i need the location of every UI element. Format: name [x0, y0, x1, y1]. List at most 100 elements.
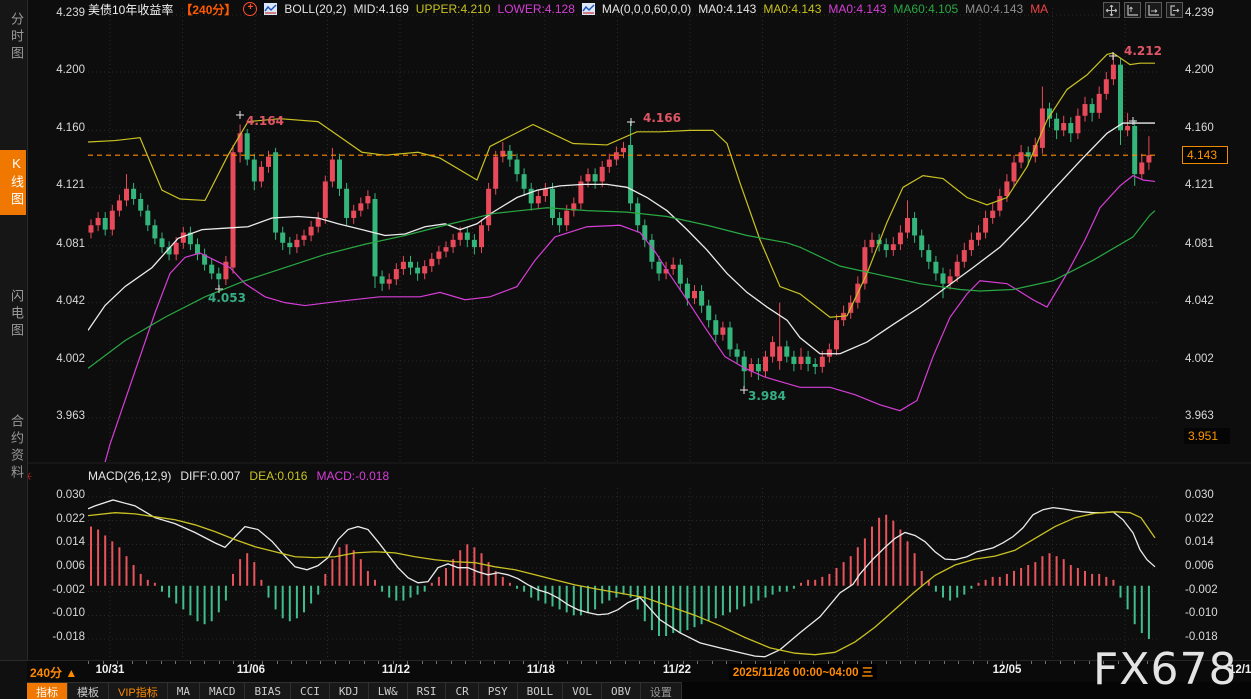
toolbar-button-15[interactable]: OBV — [602, 682, 641, 699]
macd-axis-label: -0.002 — [1185, 584, 1218, 596]
corner-box — [0, 660, 27, 699]
macd-axis-label: -0.018 — [52, 631, 85, 643]
toolbar-button-12[interactable]: PSY — [479, 682, 518, 699]
boll-mid-value: MID:4.169 — [353, 2, 408, 16]
svg-text:3.984: 3.984 — [748, 389, 786, 403]
price-axis-label: 4.042 — [1185, 295, 1214, 307]
ma0-white-value: MA0:4.143 — [698, 2, 756, 16]
macd-macd-value: MACD:-0.018 — [316, 469, 389, 483]
indicator-toolbar: 指标模板VIP指标MAMACDBIASCCIKDJLW&RSICRPSYBOLL… — [27, 682, 1251, 699]
toolbar-button-9[interactable]: LW& — [369, 682, 408, 699]
x-axis-date-row: 240分 ▲ 10/3111/0611/1211/1811/222025/11/… — [0, 660, 1251, 683]
ma0-magenta-value: MA0:4.143 — [828, 2, 886, 16]
ma-red-label: MA — [1030, 2, 1048, 16]
add-indicator-icon[interactable]: + — [243, 2, 257, 16]
swing-markers: 4.1644.0534.1663.9844.212 — [208, 44, 1162, 403]
chart-tool-icons — [1103, 2, 1183, 18]
toolbar-button-8[interactable]: KDJ — [330, 682, 369, 699]
price-axis-label: 4.160 — [56, 122, 85, 134]
ma0-yellow-value: MA0:4.143 — [763, 2, 821, 16]
session-low-tag: 3.951 — [1184, 428, 1230, 444]
kline-app: 分时图 K线图闪电图合约资料 美债10年收益率 【240分】 + BOLL(20,… — [0, 0, 1251, 699]
macd-header: MACD(26,12,9) DIFF:0.007 DEA:0.016 MACD:… — [88, 469, 389, 483]
right-price-axis: 4.143 3.951 4.2394.2004.1604.1214.0814.0… — [1185, 0, 1249, 660]
macd-axis-label: -0.002 — [52, 584, 85, 596]
toolbar-button-13[interactable]: BOLL — [518, 682, 564, 699]
price-axis-label: 4.081 — [56, 238, 85, 250]
toolbar-button-11[interactable]: CR — [446, 682, 478, 699]
selected-bar-date-label: 2025/11/26 00:00~04:00 三 — [729, 664, 877, 680]
macd-name: MACD(26,12,9) — [88, 469, 171, 483]
pan-move-icon[interactable] — [1103, 2, 1120, 18]
price-axis-label: 3.963 — [56, 410, 85, 422]
date-label: 11/06 — [237, 664, 265, 676]
left-sidebar: 分时图 K线图闪电图合约资料 — [0, 0, 28, 699]
sidebar-tab-3[interactable]: 闪电图 — [0, 283, 26, 346]
macd-diff-value: DIFF:0.007 — [180, 469, 240, 483]
toolbar-button-10[interactable]: RSI — [408, 682, 447, 699]
left-price-axis: 4.2394.2004.1604.1214.0814.0424.0023.963… — [30, 0, 85, 660]
ma60-line — [88, 208, 1155, 369]
toolbar-button-4[interactable]: MA — [168, 682, 200, 699]
toolbar-button-14[interactable]: VOL — [563, 682, 602, 699]
candlestick-chart[interactable]: 4.1644.0534.1663.9844.212 — [0, 0, 1251, 660]
boll-lower-value: LOWER:4.128 — [498, 2, 575, 16]
macd-dea-value: DEA:0.016 — [249, 469, 307, 483]
macd-layer — [88, 500, 1155, 657]
fx678-watermark: FX678 — [1093, 644, 1237, 695]
period-label: 【240分】 — [180, 1, 236, 18]
toolbar-button-3[interactable]: VIP指标 — [109, 682, 168, 699]
macd-axis-label: -0.010 — [52, 607, 85, 619]
ma60-green-value: MA60:4.105 — [893, 2, 958, 16]
date-label: 11/12 — [382, 664, 410, 676]
ma-name: MA(0,0,0,60,0,0) — [602, 2, 691, 16]
boll-upper-line — [88, 53, 1155, 317]
sidebar-tab-2[interactable]: K线图 — [0, 150, 26, 215]
svg-text:4.053: 4.053 — [208, 291, 246, 305]
date-label: 12/05 — [993, 664, 1022, 676]
toolbar-button-7[interactable]: CCI — [291, 682, 330, 699]
toolbar-button-1[interactable]: 指标 — [27, 682, 68, 699]
toolbar-button-5[interactable]: MACD — [200, 682, 246, 699]
macd-axis-label: 0.030 — [1185, 489, 1214, 501]
price-axis-label: 4.002 — [56, 353, 85, 365]
current-price-tag: 4.143 — [1182, 146, 1228, 164]
price-axis-label: 4.121 — [1185, 179, 1214, 191]
date-label: 11/18 — [527, 664, 555, 676]
toolbar-button-2[interactable]: 模板 — [68, 682, 109, 699]
boll-chart-icon[interactable] — [264, 3, 277, 15]
sidebar-tab-1[interactable]: 分时图 — [0, 6, 26, 69]
macd-axis-label: 0.014 — [56, 536, 85, 548]
price-axis-label: 3.963 — [1185, 410, 1214, 422]
price-axis-label: 4.200 — [1185, 64, 1214, 76]
macd-axis-label: 0.006 — [56, 560, 85, 572]
macd-axis-label: -0.010 — [1185, 607, 1218, 619]
x-axis-scale-icon[interactable] — [1145, 2, 1162, 18]
sidebar-tab-4[interactable]: 合约资料 — [0, 408, 26, 488]
y-axis-scale-icon[interactable] — [1124, 2, 1141, 18]
period-switch[interactable]: 240分 ▲ — [30, 664, 77, 681]
macd-axis-label: -0.018 — [1185, 631, 1218, 643]
price-axis-label: 4.200 — [56, 64, 85, 76]
price-axis-label: 4.121 — [56, 179, 85, 191]
macd-axis-label: 0.022 — [1185, 513, 1214, 525]
svg-text:4.164: 4.164 — [246, 114, 284, 128]
ma-chart-icon[interactable] — [582, 3, 595, 15]
macd-axis-label: 0.022 — [56, 513, 85, 525]
symbol-title: 美债10年收益率 — [88, 1, 173, 18]
svg-text:4.166: 4.166 — [643, 111, 681, 125]
macd-axis-label: 0.006 — [1185, 560, 1214, 572]
toolbar-button-6[interactable]: BIAS — [245, 682, 291, 699]
price-axis-label: 4.160 — [1185, 122, 1214, 134]
exit-right-icon[interactable] — [1166, 2, 1183, 18]
macd-axis-label: 0.030 — [56, 489, 85, 501]
price-axis-label: 4.081 — [1185, 238, 1214, 250]
price-axis-label: 4.042 — [56, 295, 85, 307]
toolbar-button-16[interactable]: 设置 — [641, 682, 682, 699]
macd-axis-label: 0.014 — [1185, 536, 1214, 548]
price-axis-label: 4.002 — [1185, 353, 1214, 365]
ma0-gray-value: MA0:4.143 — [965, 2, 1023, 16]
boll-name: BOLL(20,2) — [284, 2, 346, 16]
date-label: 10/31 — [96, 664, 125, 676]
indicator-header: 美债10年收益率 【240分】 + BOLL(20,2) MID:4.169 U… — [27, 0, 1251, 18]
